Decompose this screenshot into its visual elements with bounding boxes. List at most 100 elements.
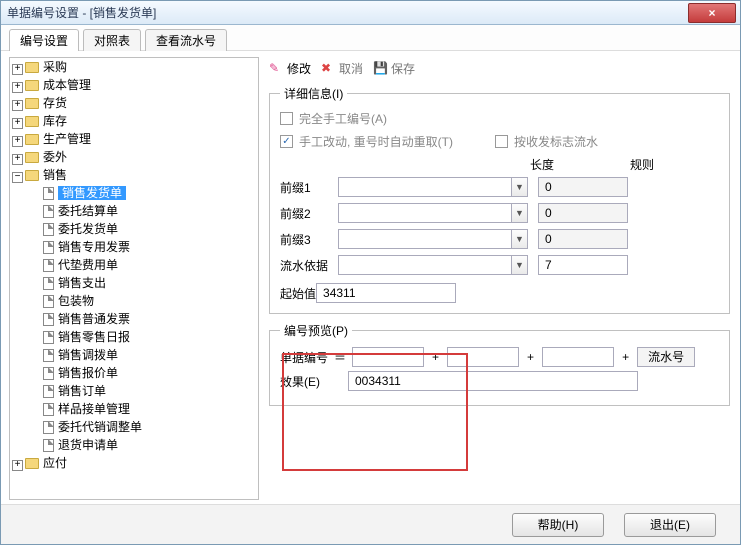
folder-icon [25, 80, 39, 91]
file-icon [43, 349, 54, 362]
cancel-label: 取消 [339, 60, 363, 77]
chk-bymark[interactable] [495, 135, 508, 148]
file-icon [43, 403, 54, 416]
tree-folder[interactable]: 库存 [43, 114, 67, 128]
detail-group: 详细信息(I) 完全手工编号(A) 手工改动, 重号时自动重取(T) 按收发标志… [269, 85, 730, 314]
cancel-button[interactable]: ✖ 取消 [321, 60, 363, 77]
seq-len[interactable]: 7 [538, 255, 628, 275]
modify-label: 修改 [287, 60, 311, 77]
save-label: 保存 [391, 60, 415, 77]
tree-item[interactable]: 委托发货单 [58, 222, 118, 236]
tree-item[interactable]: 退货申请单 [58, 438, 118, 452]
cancel-icon: ✖ [321, 61, 335, 75]
save-button[interactable]: 💾 保存 [373, 60, 415, 77]
tree-item[interactable]: 销售专用发票 [58, 240, 130, 254]
tree-folder[interactable]: 成本管理 [43, 78, 91, 92]
col-rule: 规则 [630, 156, 690, 173]
modify-button[interactable]: ✎ 修改 [269, 60, 311, 77]
tree-toggle[interactable]: − [12, 172, 23, 183]
file-icon [43, 187, 54, 200]
prefix3-combo[interactable]: ▼ [338, 229, 528, 249]
prefix2-combo[interactable]: ▼ [338, 203, 528, 223]
tree-toggle[interactable]: + [12, 460, 23, 471]
tree-toggle[interactable]: + [12, 100, 23, 111]
file-icon [43, 331, 54, 344]
folder-icon [25, 116, 39, 127]
tree-item[interactable]: 样品接单管理 [58, 402, 130, 416]
tree-item-selected[interactable]: 销售发货单 [58, 186, 126, 200]
col-length: 长度 [530, 156, 630, 173]
segment2-box [447, 347, 519, 367]
tree-item[interactable]: 包装物 [58, 294, 94, 308]
chk-bymark-label: 按收发标志流水 [514, 133, 598, 150]
folder-icon [25, 152, 39, 163]
prefix3-len[interactable]: 0 [538, 229, 628, 249]
exit-button[interactable]: 退出(E) [624, 513, 716, 537]
result-label: 效果(E) [280, 373, 320, 390]
start-label: 起始值 [280, 285, 316, 302]
tab-map-table[interactable]: 对照表 [83, 29, 141, 51]
folder-icon [25, 62, 39, 73]
chk-manual-label: 完全手工编号(A) [299, 110, 387, 127]
chk-manual[interactable] [280, 112, 293, 125]
preview-group: 编号预览(P) 单据编号 ＝ + + + 流水号 效果(E) 0034311 [269, 322, 730, 406]
tree-toggle[interactable]: + [12, 64, 23, 75]
tree-toggle[interactable]: + [12, 136, 23, 147]
chevron-down-icon: ▼ [511, 230, 527, 248]
folder-icon [25, 134, 39, 145]
folder-icon [25, 98, 39, 109]
seqbasis-label: 流水依据 [280, 257, 338, 274]
tree-toggle[interactable]: + [12, 154, 23, 165]
tree-item[interactable]: 销售调拨单 [58, 348, 118, 362]
tree-folder-sales[interactable]: 销售 [43, 168, 67, 182]
tab-view-serial[interactable]: 查看流水号 [145, 29, 227, 51]
category-tree[interactable]: + 采购 + 成本管理 + 存货 + 库存 + 生产管理 + 委外 − 销售 销售发货单 委托… [9, 57, 259, 500]
result-value: 0034311 [348, 371, 638, 391]
start-value-input[interactable]: 34311 [316, 283, 456, 303]
folder-icon [25, 458, 39, 469]
file-icon [43, 277, 54, 290]
save-icon: 💾 [373, 61, 387, 75]
tree-item[interactable]: 委托结算单 [58, 204, 118, 218]
tree-folder[interactable]: 存货 [43, 96, 67, 110]
tree-item[interactable]: 委托代销调整单 [58, 420, 142, 434]
tab-number-settings[interactable]: 编号设置 [9, 29, 79, 51]
plus-icon: + [525, 350, 536, 364]
folder-icon [25, 170, 39, 181]
prefix1-label: 前缀1 [280, 179, 338, 196]
prefix1-combo[interactable]: ▼ [338, 177, 528, 197]
tree-toggle[interactable]: + [12, 82, 23, 93]
tree-folder[interactable]: 生产管理 [43, 132, 91, 146]
tree-toggle[interactable]: + [12, 118, 23, 129]
tree-item[interactable]: 销售零售日报 [58, 330, 130, 344]
chevron-down-icon: ▼ [511, 256, 527, 274]
file-icon [43, 259, 54, 272]
tree-folder[interactable]: 应付 [43, 456, 67, 470]
file-icon [43, 439, 54, 452]
tree-item[interactable]: 代垫费用单 [58, 258, 118, 272]
detail-legend: 详细信息(I) [280, 85, 347, 102]
chevron-down-icon: ▼ [511, 178, 527, 196]
segment3-box [542, 347, 614, 367]
file-icon [43, 385, 54, 398]
close-button[interactable]: × [688, 3, 736, 23]
file-icon [43, 205, 54, 218]
plus-icon: + [430, 350, 441, 364]
prefix2-len[interactable]: 0 [538, 203, 628, 223]
help-button[interactable]: 帮助(H) [512, 513, 604, 537]
tree-item[interactable]: 销售普通发票 [58, 312, 130, 326]
file-icon [43, 421, 54, 434]
file-icon [43, 295, 54, 308]
tree-item[interactable]: 销售报价单 [58, 366, 118, 380]
tree-folder[interactable]: 委外 [43, 150, 67, 164]
prefix1-len[interactable]: 0 [538, 177, 628, 197]
file-icon [43, 223, 54, 236]
tree-item[interactable]: 销售订单 [58, 384, 106, 398]
tree-folder[interactable]: 采购 [43, 60, 67, 74]
chk-reset[interactable] [280, 135, 293, 148]
tree-item[interactable]: 销售支出 [58, 276, 106, 290]
segment1-box [352, 347, 424, 367]
seqbasis-combo[interactable]: ▼ [338, 255, 528, 275]
chevron-down-icon: ▼ [511, 204, 527, 222]
chk-reset-label: 手工改动, 重号时自动重取(T) [299, 133, 453, 150]
